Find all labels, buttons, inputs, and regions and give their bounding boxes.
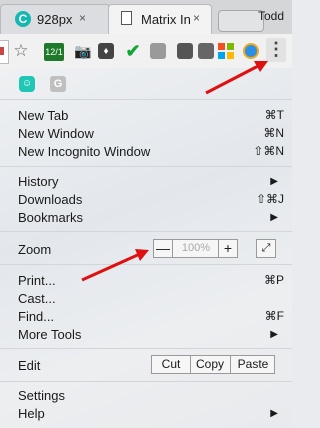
tab-matrix[interactable]: Matrix In × bbox=[108, 4, 212, 34]
menu-item-zoom: Zoom bbox=[18, 242, 52, 257]
menu-item-help[interactable]: Help bbox=[18, 406, 45, 421]
extension-cube-icon[interactable] bbox=[198, 43, 214, 59]
document-icon bbox=[121, 11, 132, 25]
c-logo-icon: C bbox=[15, 11, 31, 27]
tab-title: Matrix In bbox=[141, 12, 191, 27]
checkmark-icon[interactable]: ✔ bbox=[124, 42, 142, 60]
menu-item-bookmarks[interactable]: Bookmarks bbox=[18, 210, 83, 225]
browser-toolbar: ☆ 12/1 📷 ♦ ✔ ⋮ bbox=[0, 34, 292, 69]
clock-icon[interactable] bbox=[243, 43, 259, 59]
shortcut-new-tab: ⌘T bbox=[264, 108, 284, 122]
profile-name[interactable]: Todd bbox=[258, 9, 284, 23]
menu-item-incognito[interactable]: New Incognito Window bbox=[18, 144, 150, 159]
calendar-extension-icon[interactable]: 12/1 bbox=[44, 43, 64, 61]
g-extension-icon[interactable]: G bbox=[50, 76, 66, 92]
cut-button[interactable]: Cut bbox=[152, 356, 191, 373]
chrome-menu: ☺ G New Tab ⌘T New Window ⌘N New Incogni… bbox=[0, 68, 292, 428]
close-icon[interactable]: × bbox=[79, 11, 86, 25]
omnibox-edge[interactable] bbox=[0, 40, 9, 64]
menu-item-edit: Edit bbox=[18, 358, 41, 373]
menu-item-new-tab[interactable]: New Tab bbox=[18, 108, 68, 123]
separator bbox=[0, 231, 292, 232]
shortcut-downloads: ⇧⌘J bbox=[255, 192, 284, 206]
shortcut-print: ⌘P bbox=[263, 273, 284, 287]
tab-title: 928px bbox=[37, 12, 73, 27]
zoom-control: — 100% + bbox=[153, 239, 238, 258]
submenu-arrow-icon: ▶ bbox=[270, 329, 278, 340]
camera-icon[interactable]: 📷 bbox=[74, 42, 92, 60]
extension-dark-icon[interactable] bbox=[177, 43, 193, 59]
separator bbox=[0, 348, 292, 349]
menu-item-new-window[interactable]: New Window bbox=[18, 126, 94, 141]
zoom-level: 100% bbox=[181, 242, 211, 254]
copy-button[interactable]: Copy bbox=[190, 356, 231, 373]
submenu-arrow-icon: ▶ bbox=[270, 212, 278, 223]
edit-controls: Cut Copy Paste bbox=[151, 355, 275, 374]
shortcut-find: ⌘F bbox=[264, 309, 284, 323]
tab-strip: C 928px × Matrix In × Todd bbox=[0, 0, 292, 34]
menu-item-history[interactable]: History bbox=[18, 174, 58, 189]
menu-item-more-tools[interactable]: More Tools bbox=[18, 327, 81, 342]
menu-item-find[interactable]: Find... bbox=[18, 309, 54, 324]
submenu-arrow-icon: ▶ bbox=[270, 408, 278, 419]
close-icon[interactable]: × bbox=[193, 11, 200, 25]
menu-item-settings[interactable]: Settings bbox=[18, 388, 65, 403]
submenu-arrow-icon: ▶ bbox=[270, 176, 278, 187]
fullscreen-button[interactable]: ⤢ bbox=[256, 239, 276, 258]
chrome-menu-kebab-icon[interactable]: ⋮ bbox=[266, 38, 286, 62]
star-icon[interactable]: ☆ bbox=[12, 42, 30, 60]
overflow-extensions: ☺ G bbox=[0, 68, 292, 100]
extension-grey-icon[interactable] bbox=[150, 43, 166, 59]
menu-item-cast[interactable]: Cast... bbox=[18, 291, 56, 306]
tab-928px[interactable]: C 928px × bbox=[0, 4, 110, 34]
separator bbox=[0, 99, 292, 100]
smiley-extension-icon[interactable]: ☺ bbox=[19, 76, 35, 92]
separator bbox=[0, 166, 292, 167]
shortcut-new-window: ⌘N bbox=[263, 126, 284, 140]
windows-logo-icon[interactable] bbox=[218, 43, 234, 59]
separator bbox=[0, 264, 292, 265]
lightbulb-icon[interactable]: ♦ bbox=[98, 43, 114, 59]
paste-button[interactable]: Paste bbox=[231, 356, 275, 373]
zoom-out-button[interactable]: — bbox=[154, 240, 173, 257]
menu-item-print[interactable]: Print... bbox=[18, 273, 56, 288]
separator bbox=[0, 381, 292, 382]
menu-item-downloads[interactable]: Downloads bbox=[18, 192, 82, 207]
zoom-in-button[interactable]: + bbox=[218, 240, 237, 257]
shortcut-incognito: ⇧⌘N bbox=[253, 144, 284, 158]
